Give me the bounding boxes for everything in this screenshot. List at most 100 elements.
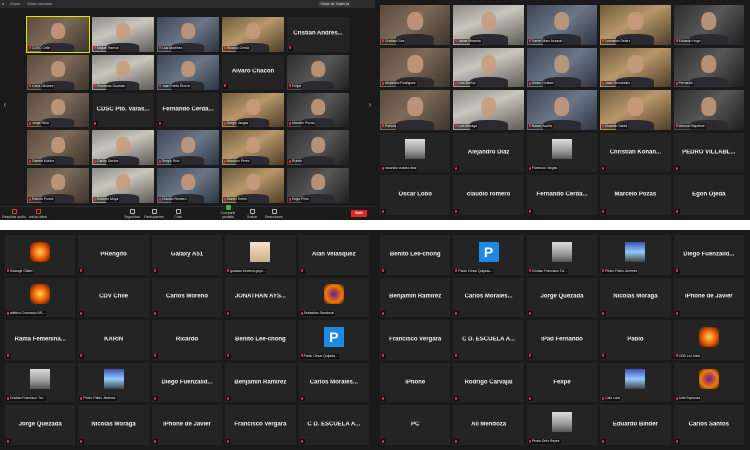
participant-tile[interactable]: Daniel Torres	[221, 167, 285, 204]
participant-tile[interactable]: Carlos Morales...	[297, 361, 370, 404]
participant-tile[interactable]: Juan Pablo Rivera	[156, 53, 220, 91]
participant-tile[interactable]: Carla Olivares	[26, 53, 90, 91]
participant-tile[interactable]: Leonardo Delaíz	[599, 4, 672, 46]
participants-button[interactable]: Participantes	[142, 209, 166, 219]
participant-tile[interactable]: CDB La Unión	[672, 319, 745, 361]
share-screen-button[interactable]: Compartir pantalla	[216, 205, 240, 219]
participant-tile[interactable]: Eusebio Santa	[599, 89, 672, 131]
participant-tile[interactable]: Francisco Vergara	[379, 319, 452, 361]
participant-tile[interactable]: P Paolo César Quijada...	[297, 319, 370, 361]
participant-tile[interactable]: Ariel Espinoza	[672, 361, 745, 404]
participant-tile[interactable]: iPhone de Javier	[150, 404, 224, 446]
participant-tile[interactable]: Benjamín Ramírez	[379, 276, 452, 319]
participant-tile[interactable]: Sebastian Sandoval	[297, 276, 370, 319]
participant-tile[interactable]: Nicolás Moraga	[599, 276, 672, 319]
participant-tile[interactable]: Cristian Andres...	[286, 16, 350, 53]
participant-tile[interactable]: JONATHAN AYS...	[224, 276, 297, 319]
participant-tile[interactable]: Eduardo Binder	[599, 404, 672, 446]
participant-tile[interactable]: Christian Kohan...	[599, 131, 672, 174]
participant-tile[interactable]: Ali Mendoza	[452, 404, 525, 446]
participant-tile[interactable]: Ricardo Cerda	[221, 16, 285, 53]
next-page-arrow-icon[interactable]: ›	[367, 100, 373, 110]
participant-tile[interactable]: Jaime Miranda	[452, 4, 525, 46]
participant-tile[interactable]: Benito Lee-chong	[379, 234, 452, 276]
participant-tile[interactable]: Hugo Pinto	[286, 167, 350, 204]
participant-tile[interactable]: Jorge Silva	[26, 91, 90, 129]
participant-tile[interactable]: Nicolás Moraga	[77, 404, 150, 446]
participant-tile[interactable]: claudio romero	[452, 174, 525, 216]
participant-tile[interactable]: Luis Martinez	[156, 16, 220, 53]
participant-tile[interactable]: Pedro Ortiz Reyes	[525, 404, 599, 446]
participant-tile[interactable]: Cristian Díaz	[379, 4, 452, 46]
participant-tile[interactable]: Gabriel Muñoz	[26, 129, 90, 167]
participant-tile[interactable]: Cristian Francisco Tor...	[4, 361, 77, 404]
participant-tile[interactable]: PC	[379, 404, 452, 446]
participant-tile[interactable]: Egon Ojeda	[672, 174, 745, 216]
participant-tile[interactable]: Rubén	[286, 129, 350, 167]
participant-tile[interactable]: Fernando Cerda...	[525, 174, 599, 216]
participant-tile[interactable]: Florencio Vargas	[525, 131, 599, 174]
participant-tile[interactable]: Sergio Ruiz	[156, 129, 220, 167]
participant-tile[interactable]: Benito Lee-chong	[224, 319, 297, 361]
participant-tile[interactable]: Pablo	[599, 319, 672, 361]
participant-tile[interactable]: Pedro Pablo Jiménez	[599, 234, 672, 276]
participant-tile[interactable]: Claudio Romero	[156, 167, 220, 204]
participant-tile[interactable]: Alejandro Díaz	[452, 131, 525, 174]
participant-tile[interactable]: Benjamín Ramírez	[224, 361, 297, 404]
participant-tile[interactable]: iPad Fernando	[525, 319, 599, 361]
chat-button[interactable]: Chat	[166, 209, 190, 219]
participant-tile[interactable]: gustavo becerra goyc...	[224, 234, 297, 276]
participant-tile[interactable]: C D. ESCUELA A...	[297, 404, 370, 446]
participant-tile[interactable]: PEDRO VILLABL...	[672, 131, 745, 174]
leave-button[interactable]: Salir	[351, 210, 367, 217]
participant-tile[interactable]: Felipe	[286, 53, 350, 91]
participant-tile[interactable]: Daniel Marc Azzarat	[525, 4, 599, 46]
participant-tile[interactable]: Caio Lara	[599, 361, 672, 404]
participant-tile[interactable]: Eduardo Hugo	[672, 4, 745, 46]
participant-tile[interactable]: Carlos Morales...	[452, 276, 525, 319]
participant-tile[interactable]: Felipe	[525, 361, 599, 404]
participant-tile[interactable]: Francisco Vergara	[224, 404, 297, 446]
participant-tile[interactable]: CDV Chile	[77, 276, 150, 319]
participant-tile[interactable]: Patricia	[379, 89, 452, 131]
participant-tile[interactable]: Luis Muñoz	[452, 46, 525, 89]
participant-tile[interactable]: Rafael Acuña	[525, 89, 599, 131]
participant-tile[interactable]: Diego Fuenzalid...	[150, 361, 224, 404]
participant-tile[interactable]: Jorge Quezada	[525, 276, 599, 319]
reactions-button[interactable]: Reacciones	[262, 209, 286, 219]
participant-tile[interactable]: Fernando Cerda...	[156, 91, 220, 129]
shield-button[interactable]: Seguridad	[120, 209, 144, 219]
participant-tile[interactable]: Sergio Vargas	[221, 91, 285, 129]
participant-tile[interactable]: Carlos Santos	[91, 129, 155, 167]
participant-tile[interactable]: CDSC Chile	[26, 16, 90, 53]
video-off-button[interactable]: Iniciar video	[26, 209, 50, 219]
participant-tile[interactable]: Roberto Moya	[91, 167, 155, 204]
participant-tile[interactable]: Rama Femenina...	[4, 319, 77, 361]
participant-tile[interactable]: Carlos Moreno	[150, 276, 224, 319]
participant-tile[interactable]: Ricardo	[150, 319, 224, 361]
participant-tile[interactable]: Alvaro Chacón	[221, 53, 285, 91]
meeting-info[interactable]: Zoom reunión	[27, 1, 52, 6]
participant-tile[interactable]: KARIN	[77, 319, 150, 361]
participant-tile[interactable]: mauricio cuadra díaz	[379, 131, 452, 174]
participant-tile[interactable]: Miguel Ramos	[91, 16, 155, 53]
participant-tile[interactable]: P Paolo César Quijada...	[452, 234, 525, 276]
participant-tile[interactable]: Luis Moraga	[452, 89, 525, 131]
participant-tile[interactable]: atlético Coronado AR...	[4, 276, 77, 319]
participant-tile[interactable]: Carlos Santos	[672, 404, 745, 446]
view-toggle-button[interactable]: Vista de Galería	[318, 1, 351, 7]
participant-tile[interactable]: Ramón Ponce	[26, 167, 90, 204]
participant-tile[interactable]: PRengifo	[77, 234, 150, 276]
participant-tile[interactable]: Alan Velasquez	[297, 234, 370, 276]
prev-page-arrow-icon[interactable]: ‹	[2, 100, 8, 110]
participant-tile[interactable]: Alvaro Giuliani	[525, 46, 599, 89]
participant-tile[interactable]: Jorge Quezada	[4, 404, 77, 446]
participant-tile[interactable]: Oscar Lobo	[379, 174, 452, 216]
participant-tile[interactable]: Mónica Riquelme	[672, 89, 745, 131]
participant-tile[interactable]: Mauricio Pérez	[221, 129, 285, 167]
participant-tile[interactable]: Cristian Francisco Tor...	[525, 234, 599, 276]
microphone-off-button[interactable]: Reactivar audio	[2, 209, 26, 219]
participant-tile[interactable]: Fernando Guzman	[91, 53, 155, 91]
participant-tile[interactable]: Marcelo Pozas	[286, 91, 350, 129]
participant-tile[interactable]: Alejandra Rodriguez	[379, 46, 452, 89]
